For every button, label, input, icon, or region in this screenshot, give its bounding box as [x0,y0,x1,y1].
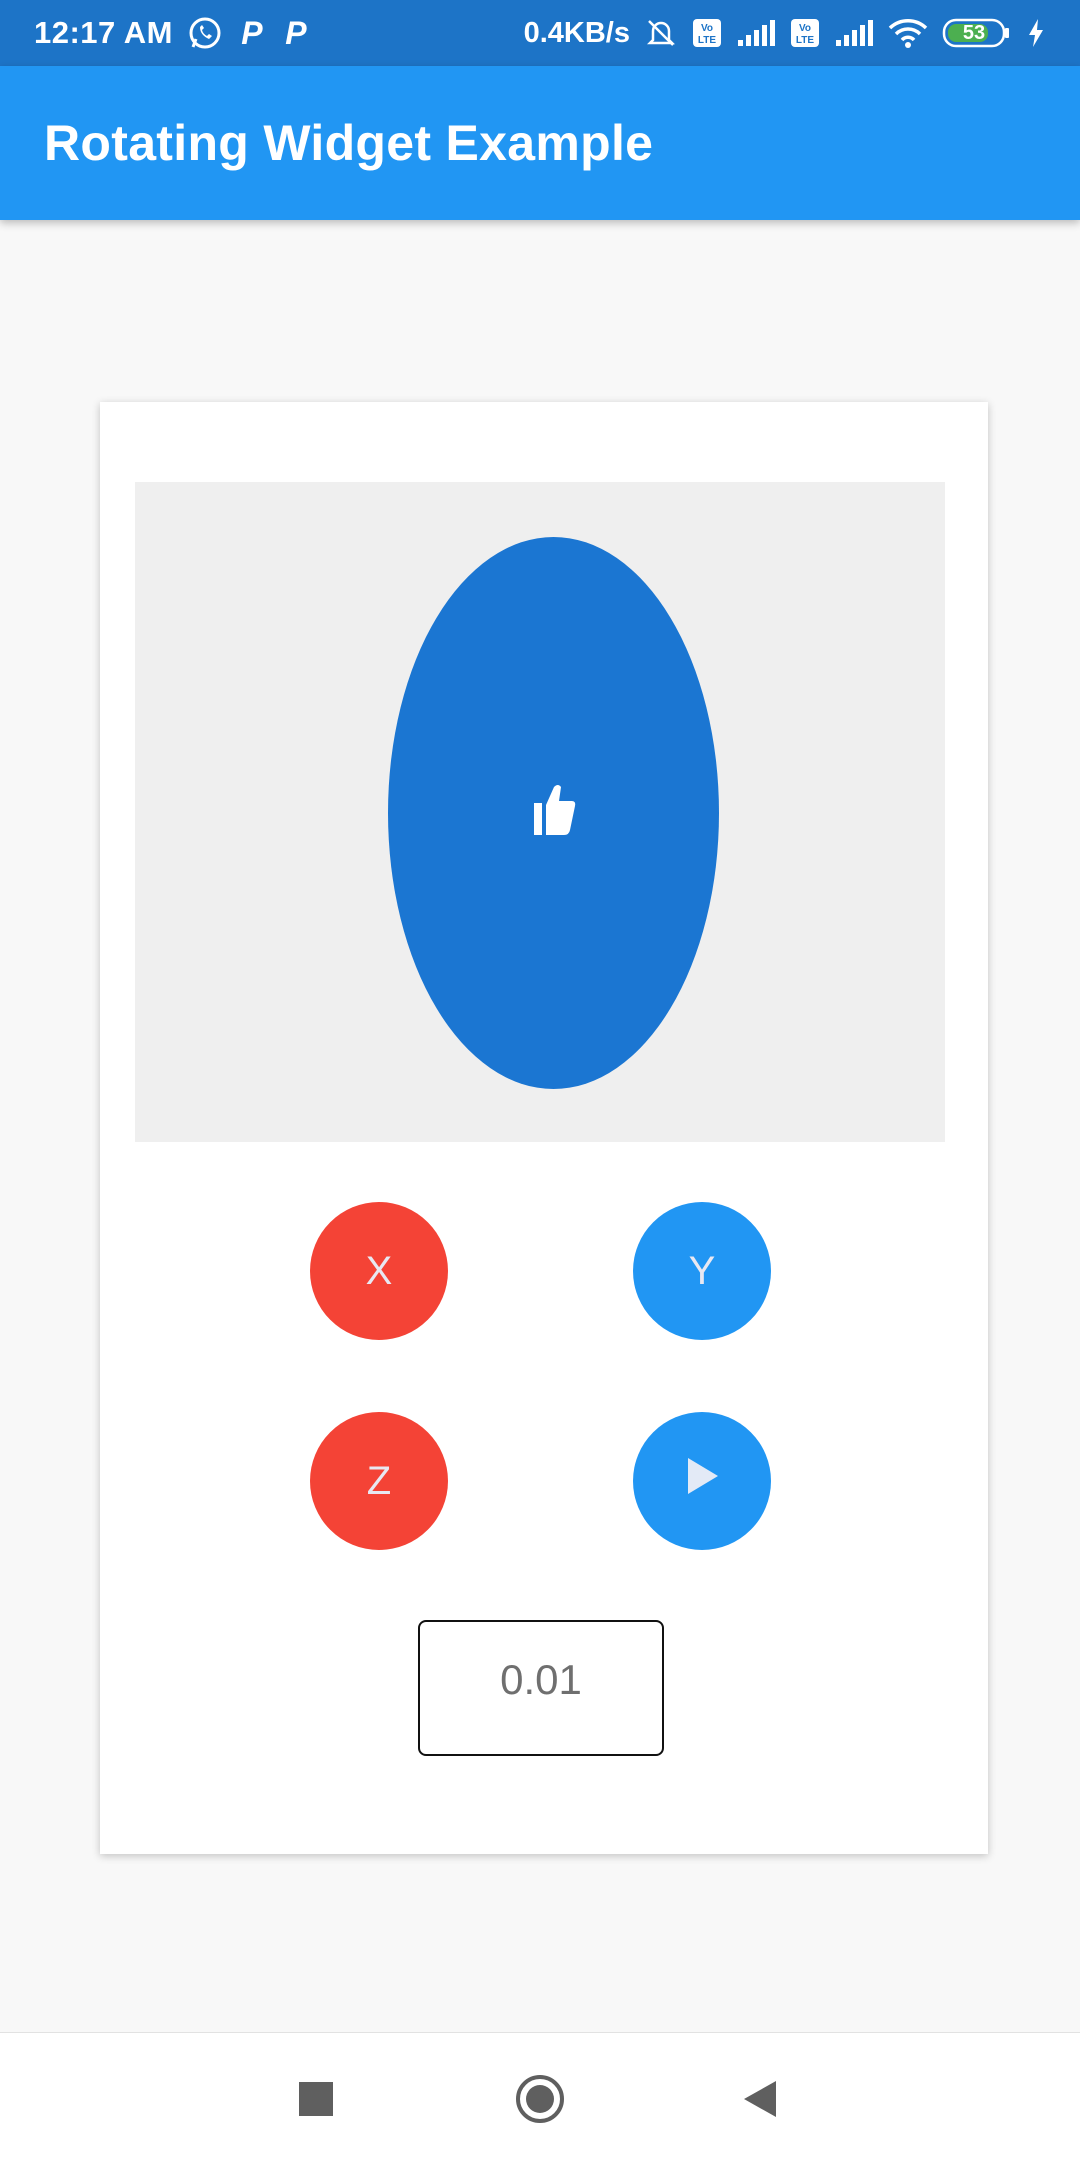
rotate-z-label: Z [366,1458,392,1503]
battery-level: 53 [962,21,986,44]
step-value-field[interactable]: 0.01 [418,1620,664,1756]
clock: 12:17 AM [34,15,173,50]
page-title: Rotating Widget Example [44,115,654,171]
svg-text:Vo: Vo [701,23,713,34]
system-nav-bar [0,2032,1080,2160]
app-bar: Rotating Widget Example [0,66,1080,220]
back-button[interactable] [728,2069,792,2133]
rotation-stage [135,482,945,1142]
rotate-x-button[interactable]: X [310,1202,448,1340]
signal-icon [834,18,874,48]
svg-text:LTE: LTE [698,35,716,46]
status-bar-left: 12:17 AM P P [34,15,311,52]
status-bar: 12:17 AM P P 0.4KB/s Vo LTE Vo LTE 53 [0,0,1080,66]
whatsapp-icon [187,15,223,51]
volte-icon: Vo LTE [790,18,820,48]
widget-card: X Y Z 0.01 [100,402,988,1854]
wifi-icon [888,17,928,49]
rotate-y-button[interactable]: Y [633,1202,771,1340]
p-app-icon: P [285,14,307,51]
bell-off-icon [644,16,678,50]
charging-icon [1026,17,1046,49]
play-icon [682,1454,722,1508]
recents-button[interactable] [284,2069,348,2133]
rotate-x-label: X [365,1248,393,1293]
battery-icon: 53 [942,17,1012,49]
step-value-text: 0.01 [500,1656,582,1703]
svg-text:Vo: Vo [799,23,811,34]
thumb-up-icon [532,781,576,846]
back-triangle-icon [742,2079,778,2124]
rotating-ellipse [388,537,719,1089]
network-speed: 0.4KB/s [523,16,630,49]
volte-icon: Vo LTE [692,18,722,48]
signal-icon [736,18,776,48]
svg-text:LTE: LTE [796,35,814,46]
home-button[interactable] [508,2069,572,2133]
rotate-y-label: Y [688,1248,716,1293]
play-button[interactable] [633,1412,771,1550]
home-circle-icon [514,2073,566,2130]
status-bar-right: 0.4KB/s Vo LTE Vo LTE 53 [524,16,1046,50]
p-app-icon: P [241,14,263,51]
rotate-z-button[interactable]: Z [310,1412,448,1550]
recents-square-icon [299,2081,333,2121]
